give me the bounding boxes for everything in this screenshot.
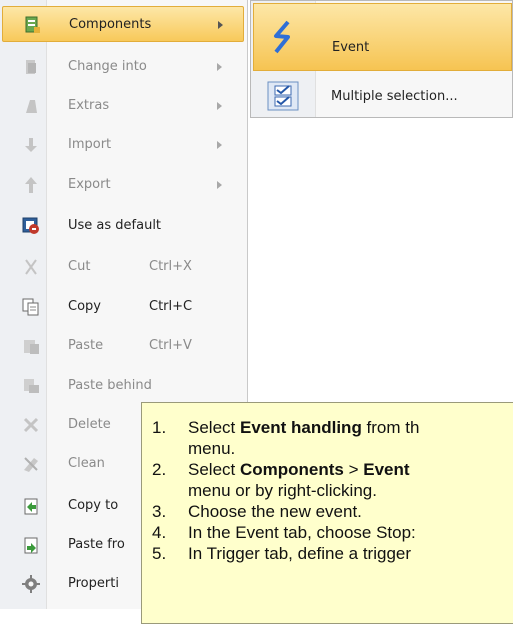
menu-item-label: Cut: [68, 259, 91, 274]
export-icon: [22, 176, 40, 194]
instructions-callout: 1. Select Event handling from th menu. 2. Se…: [141, 402, 513, 624]
menu-item-label: Extras: [68, 98, 110, 113]
step-text: from th: [361, 418, 420, 437]
submenu-item-label: Multiple selection...: [331, 89, 458, 104]
properties-icon: [22, 575, 40, 593]
menu-item-change-into[interactable]: Change into: [2, 49, 244, 85]
paste-icon: [22, 337, 40, 355]
step-text: Select: [188, 460, 240, 479]
menu-item-paste[interactable]: Paste Ctrl+V: [2, 328, 244, 364]
step-number: 3.: [152, 502, 167, 521]
step-bold-text: Components: [239, 460, 344, 479]
import-icon: [22, 136, 40, 154]
menu-item-label: Change into: [68, 59, 147, 74]
instruction-step: 5. In Trigger tab, define a trigger: [152, 543, 513, 564]
menu-item-export[interactable]: Export: [2, 167, 244, 203]
menu-item-label: Import: [68, 137, 112, 152]
menu-item-label: Copy: [68, 299, 101, 314]
step-number: 2.: [152, 460, 167, 479]
components-submenu: Event Multiple selection...: [250, 0, 513, 118]
menu-item-use-as-default[interactable]: Use as default: [2, 208, 244, 244]
menu-item-label: Use as default: [68, 218, 162, 233]
step-text: Select: [188, 418, 240, 437]
submenu-item-label: Event: [332, 40, 370, 55]
step-number: 1.: [152, 418, 167, 437]
paste-behind-icon: [22, 377, 40, 395]
step-text: In Trigger tab, define a trigger: [188, 544, 412, 563]
instruction-step: 1. Select Event handling from th: [152, 417, 513, 438]
step-text: menu or by right-clicking.: [188, 481, 377, 500]
step-text: In the Event tab, choose Stop:: [188, 523, 416, 542]
instruction-step: 4. In the Event tab, choose Stop:: [152, 522, 513, 543]
delete-icon: [22, 416, 40, 434]
submenu-item-multiple-selection[interactable]: Multiple selection...: [253, 77, 512, 115]
submenu-item-event[interactable]: Event: [253, 3, 512, 71]
menu-item-shortcut: Ctrl+C: [149, 299, 193, 314]
menu-item-label: Paste: [68, 338, 104, 353]
instruction-step: menu.: [188, 438, 513, 459]
copy-icon: [22, 298, 40, 316]
instruction-steps: 1. Select Event handling from th menu. 2. Se…: [142, 403, 513, 564]
submenu-arrow-icon: [217, 102, 222, 110]
menu-item-label: Delete: [68, 417, 111, 432]
cut-icon: [22, 258, 40, 276]
instruction-step: 3. Choose the new event.: [152, 501, 513, 522]
instruction-step: menu or by right-clicking.: [188, 480, 513, 501]
menu-item-label: Clean: [68, 456, 105, 471]
submenu-arrow-icon: [217, 181, 222, 189]
menu-item-label: Export: [68, 177, 111, 192]
event-icon: [268, 20, 298, 60]
step-text: >: [343, 460, 364, 479]
menu-item-shortcut: Ctrl+V: [149, 338, 192, 353]
change-into-icon: [22, 58, 40, 76]
use-as-default-icon: [22, 217, 40, 235]
menu-item-extras[interactable]: Extras: [2, 88, 244, 124]
extras-icon: [22, 97, 40, 115]
step-bold-text: Event handling: [239, 418, 362, 437]
copy-to-icon: [22, 497, 40, 515]
step-number: 5.: [152, 544, 167, 563]
menu-item-label: Components: [69, 17, 152, 32]
menu-item-components[interactable]: Components: [2, 6, 244, 42]
menu-item-label: Properti: [68, 576, 119, 591]
multiple-selection-icon: [267, 81, 299, 115]
components-icon: [23, 16, 41, 34]
paste-from-icon: [22, 536, 40, 554]
menu-item-label: Copy to: [68, 498, 119, 513]
menu-item-paste-behind[interactable]: Paste behind: [2, 368, 244, 404]
menu-item-import[interactable]: Import: [2, 127, 244, 163]
menu-item-cut[interactable]: Cut Ctrl+X: [2, 249, 244, 285]
submenu-arrow-icon: [217, 63, 222, 71]
step-text: menu.: [188, 439, 236, 458]
menu-item-label: Paste behind: [68, 378, 152, 393]
menu-item-shortcut: Ctrl+X: [149, 259, 192, 274]
step-number: 4.: [152, 523, 167, 542]
submenu-arrow-icon: [218, 21, 223, 29]
menu-item-copy[interactable]: Copy Ctrl+C: [2, 289, 244, 325]
menu-item-label: Paste fro: [68, 537, 125, 552]
step-text: Choose the new event.: [188, 502, 362, 521]
clean-icon: [22, 455, 40, 473]
step-bold-text: Event: [363, 460, 410, 479]
instruction-step: 2. Select Components > Event: [152, 459, 513, 480]
submenu-arrow-icon: [217, 141, 222, 149]
